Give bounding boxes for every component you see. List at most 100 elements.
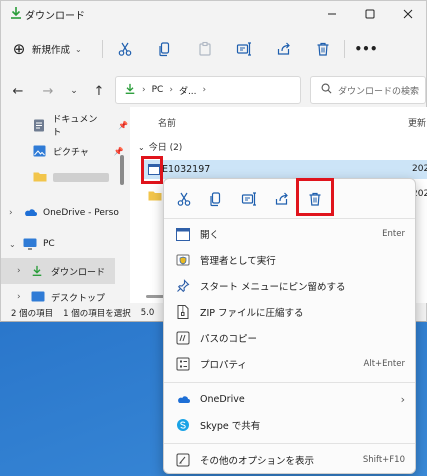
folder-icon [33, 171, 47, 183]
cut-icon[interactable] [171, 187, 197, 211]
breadcrumb-chevron-icon: › [142, 85, 146, 95]
sidebar-item-label: ドキュメント [52, 115, 98, 138]
menu-item-shortcut: Alt+Enter [363, 359, 405, 369]
sidebar-item-documents[interactable]: ドキュメント 📌 [1, 112, 128, 138]
desktop-icon [31, 291, 45, 303]
window-title: ダウンロード [25, 11, 85, 22]
more-options-icon[interactable]: ••• [353, 37, 379, 61]
pc-icon [23, 238, 37, 250]
menu-divider [164, 218, 415, 219]
picture-icon [33, 145, 47, 157]
breadcrumb-pc[interactable]: PC [152, 85, 164, 95]
context-menu: 開く Enter 管理者として実行 スタート メニューにピン留めする ZIP フ… [163, 178, 416, 474]
address-bar[interactable]: › PC › ダ... › [115, 76, 301, 104]
rename-icon[interactable] [231, 37, 257, 61]
paste-icon[interactable] [192, 37, 218, 61]
address-row: ← → ⌄ ↑ › PC › ダ... › ダウンロードの検索 [1, 73, 426, 107]
sidebar-item-blurred-folder[interactable] [1, 164, 128, 190]
menu-item-open[interactable]: 開く Enter [164, 221, 417, 247]
rename-icon[interactable] [236, 187, 262, 211]
breadcrumb-downloads[interactable]: ダ... [179, 84, 197, 97]
toolbar-divider [102, 40, 103, 58]
zip-file-icon [175, 304, 191, 320]
menu-item-run-as-admin[interactable]: 管理者として実行 [164, 247, 417, 273]
menu-item-label: OneDrive [200, 393, 245, 405]
menu-divider [164, 382, 415, 383]
sidebar-item-pictures[interactable]: ピクチャ 📌 [1, 138, 128, 164]
properties-icon [175, 356, 191, 372]
up-arrow-icon[interactable]: ↑ [88, 81, 110, 101]
menu-item-skype-share[interactable]: Skype で共有 [164, 412, 417, 438]
maximize-button[interactable] [351, 1, 389, 27]
menu-item-label: 管理者として実行 [200, 256, 276, 267]
breadcrumb-chevron-icon: › [202, 85, 207, 95]
menu-item-copy-path[interactable]: パスのコピー [164, 325, 417, 351]
sidebar-item-label: PC [43, 239, 55, 249]
menu-item-label: 開く [200, 230, 220, 241]
plus-icon: ⊕ [12, 40, 26, 58]
command-bar: ⊕ 新規作成 ⌄ ••• [1, 29, 426, 69]
column-header-name[interactable]: 名前 [158, 116, 176, 129]
chevron-right-icon: › [17, 266, 21, 276]
sidebar-item-onedrive[interactable]: › OneDrive - Perso [1, 200, 128, 226]
menu-divider [164, 443, 415, 444]
shield-icon [175, 252, 191, 268]
menu-item-label: その他のオプションを表示 [200, 456, 315, 467]
close-button[interactable] [389, 1, 427, 27]
sidebar-item-label: ピクチャ [53, 147, 89, 158]
skype-icon [175, 417, 191, 433]
menu-item-label: ZIP ファイルに圧縮する [200, 308, 304, 319]
cut-icon[interactable] [112, 37, 138, 61]
selection-size: 5.0 [140, 307, 155, 318]
menu-item-shortcut: Shift+F10 [362, 455, 405, 465]
menu-item-shortcut: Enter [382, 229, 405, 239]
menu-item-label: プロパティ [200, 360, 247, 371]
minimize-button[interactable] [313, 1, 351, 27]
toolbar-divider [344, 40, 345, 58]
menu-item-pin-start[interactable]: スタート メニューにピン留めする [164, 273, 417, 299]
sidebar-item-label: ダウンロード [51, 267, 106, 278]
navigation-pane: ドキュメント 📌 ピクチャ 📌 › OneDrive - Perso ⌄ PC … [1, 107, 128, 304]
chevron-down-icon: ⌄ [75, 44, 82, 54]
column-header-date[interactable]: 更新 [408, 116, 426, 129]
pin-icon: 📌 [118, 120, 128, 130]
download-icon [31, 265, 45, 277]
recent-chevron-icon[interactable]: ⌄ [63, 81, 85, 101]
sidebar-item-pc[interactable]: ⌄ PC [1, 231, 128, 257]
forward-arrow-icon[interactable]: → [37, 81, 59, 101]
sidebar-item-downloads[interactable]: › ダウンロード [1, 258, 115, 284]
chevron-right-icon: › [17, 292, 21, 302]
file-name: E1032197 [162, 164, 211, 175]
item-count: 2 個の項目 [11, 308, 54, 319]
copy-icon[interactable] [152, 37, 178, 61]
download-icon [124, 83, 136, 98]
copy-icon[interactable] [203, 187, 229, 211]
menu-item-zip[interactable]: ZIP ファイルに圧縮する [164, 299, 417, 325]
share-icon[interactable] [269, 187, 295, 211]
group-header-today[interactable]: ⌄ 今日 (2) [138, 140, 182, 153]
menu-item-more-options[interactable]: その他のオプションを表示 Shift+F10 [164, 447, 417, 473]
highlight-box-delete [296, 178, 334, 216]
blurred-label [53, 172, 109, 182]
chevron-right-icon: › [9, 208, 13, 218]
delete-icon[interactable] [310, 37, 336, 61]
group-header-label: 今日 (2) [148, 143, 183, 153]
new-button-label: 新規作成 [32, 45, 71, 56]
back-arrow-icon[interactable]: ← [7, 81, 29, 101]
menu-item-onedrive[interactable]: OneDrive › [164, 386, 417, 412]
share-icon[interactable] [271, 37, 297, 61]
sidebar-item-label: デスクトップ [51, 293, 106, 304]
search-placeholder: ダウンロードの検索 [338, 86, 420, 97]
menu-item-properties[interactable]: プロパティ Alt+Enter [164, 351, 417, 377]
chevron-right-icon: › [400, 392, 405, 406]
sidebar-item-label: OneDrive - Perso [43, 208, 119, 218]
new-button[interactable]: ⊕ 新規作成 ⌄ [11, 38, 82, 60]
folder-icon [148, 190, 162, 204]
breadcrumb-chevron-icon: › [169, 85, 173, 95]
navpane-scrollbar[interactable] [120, 155, 124, 185]
copy-path-icon [175, 330, 191, 346]
menu-item-label: スタート メニューにピン留めする [200, 282, 346, 293]
search-box[interactable]: ダウンロードの検索 [310, 76, 426, 104]
title-bar: ダウンロード [1, 1, 426, 27]
document-icon [33, 119, 46, 132]
